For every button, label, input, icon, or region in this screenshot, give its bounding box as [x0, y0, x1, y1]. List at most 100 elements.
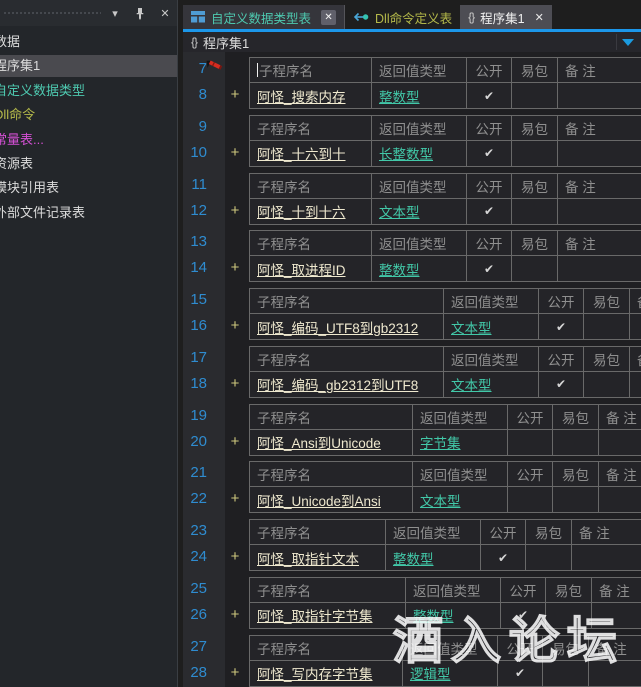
- subroutine-name-cell[interactable]: 阿怪_写内存字节集: [250, 661, 403, 686]
- line-number[interactable]: 17: [185, 346, 207, 370]
- pin-icon[interactable]: [133, 6, 147, 20]
- sidebar-item[interactable]: 模块引用表: [0, 177, 177, 199]
- return-type-cell[interactable]: 整数型: [372, 256, 467, 281]
- close-icon[interactable]: ✕: [535, 11, 544, 24]
- close-icon[interactable]: ✕: [158, 6, 172, 20]
- easy-pack-checkbox-cell[interactable]: [546, 603, 592, 628]
- panel-drag-grip[interactable]: [3, 11, 101, 16]
- public-checkbox-cell[interactable]: ✔: [467, 199, 512, 224]
- line-number[interactable]: 8: [185, 82, 207, 108]
- public-checkbox-cell[interactable]: ✔: [498, 661, 543, 686]
- easy-pack-checkbox-cell[interactable]: [526, 545, 572, 570]
- easy-pack-checkbox-cell[interactable]: [553, 487, 599, 512]
- close-icon[interactable]: ✕: [321, 10, 336, 25]
- remark-cell[interactable]: [558, 256, 641, 281]
- sidebar-item[interactable]: 常量表...: [0, 129, 177, 151]
- sidebar-item[interactable]: 外部文件记录表: [0, 202, 177, 224]
- line-number[interactable]: 24: [185, 544, 207, 570]
- return-type-cell[interactable]: 整数型: [372, 83, 467, 108]
- expand-plus-icon[interactable]: +: [227, 544, 243, 570]
- chevron-down-icon[interactable]: [622, 39, 634, 46]
- subroutine-name-cell[interactable]: 阿怪_取进程ID: [250, 256, 372, 281]
- public-checkbox-cell[interactable]: ✔: [481, 545, 526, 570]
- easy-pack-checkbox-cell[interactable]: [512, 256, 558, 281]
- line-number[interactable]: 18: [185, 371, 207, 397]
- public-checkbox-cell[interactable]: ✔: [467, 83, 512, 108]
- subroutine-name-cell[interactable]: 阿怪_Unicode到Ansi: [250, 487, 413, 512]
- easy-pack-checkbox-cell[interactable]: [512, 199, 558, 224]
- line-number[interactable]: 27: [185, 635, 207, 659]
- expand-plus-icon[interactable]: +: [227, 602, 243, 628]
- line-number[interactable]: 28: [185, 660, 207, 686]
- remark-cell[interactable]: [558, 83, 641, 108]
- sidebar-item[interactable]: Dll命令: [0, 104, 177, 126]
- return-type-cell[interactable]: 文本型: [372, 199, 467, 224]
- line-number[interactable]: 12: [185, 198, 207, 224]
- easy-pack-checkbox-cell[interactable]: [543, 661, 589, 686]
- easy-pack-checkbox-cell[interactable]: [584, 372, 630, 397]
- subroutine-name-cell[interactable]: 阿怪_取指针文本: [250, 545, 386, 570]
- return-type-cell[interactable]: 文本型: [444, 314, 539, 339]
- expand-plus-icon[interactable]: +: [227, 486, 243, 512]
- line-number[interactable]: 23: [185, 519, 207, 543]
- public-checkbox-cell[interactable]: ✔: [539, 372, 584, 397]
- remark-cell[interactable]: [558, 141, 641, 166]
- public-checkbox-cell[interactable]: [508, 487, 553, 512]
- public-checkbox-cell[interactable]: ✔: [467, 141, 512, 166]
- easy-pack-checkbox-cell[interactable]: [512, 83, 558, 108]
- line-number[interactable]: 15: [185, 288, 207, 312]
- line-number[interactable]: 11: [185, 173, 207, 197]
- tab-1[interactable]: 自定义数据类型表✕: [183, 5, 345, 29]
- sidebar-item[interactable]: 数据: [0, 31, 177, 53]
- subroutine-name-cell[interactable]: 阿怪_Ansi到Unicode: [250, 430, 413, 455]
- chevron-down-icon[interactable]: ▾: [108, 6, 122, 20]
- return-type-cell[interactable]: 逻辑型: [403, 661, 498, 686]
- subroutine-name-cell[interactable]: 阿怪_十六到十: [250, 141, 372, 166]
- public-checkbox-cell[interactable]: ✔: [501, 603, 546, 628]
- remark-cell[interactable]: [630, 372, 641, 397]
- line-number[interactable]: 10: [185, 140, 207, 166]
- line-number[interactable]: 13: [185, 230, 207, 254]
- remark-cell[interactable]: [558, 199, 641, 224]
- remark-cell[interactable]: [572, 545, 641, 570]
- sidebar-item[interactable]: 程序集1: [0, 55, 177, 77]
- subroutine-name-cell[interactable]: 阿怪_十到十六: [250, 199, 372, 224]
- expand-plus-icon[interactable]: +: [227, 371, 243, 397]
- return-type-cell[interactable]: 整数型: [406, 603, 501, 628]
- line-number[interactable]: 25: [185, 577, 207, 601]
- sidebar-item[interactable]: 资源表: [0, 153, 177, 175]
- easy-pack-checkbox-cell[interactable]: [512, 141, 558, 166]
- remark-cell[interactable]: [592, 603, 641, 628]
- subroutine-name-cell[interactable]: 阿怪_编码_gb2312到UTF8: [250, 372, 444, 397]
- tab-2[interactable]: Dll命令定义表: [345, 5, 460, 29]
- line-number[interactable]: 19: [185, 404, 207, 428]
- expand-plus-icon[interactable]: +: [227, 660, 243, 686]
- subroutine-name-cell[interactable]: 阿怪_编码_UTF8到gb2312: [250, 314, 444, 339]
- line-number[interactable]: 20: [185, 429, 207, 455]
- return-type-cell[interactable]: 文本型: [413, 487, 508, 512]
- easy-pack-checkbox-cell[interactable]: [584, 314, 630, 339]
- line-number[interactable]: 21: [185, 461, 207, 485]
- public-checkbox-cell[interactable]: ✔: [539, 314, 584, 339]
- expand-plus-icon[interactable]: +: [227, 429, 243, 455]
- tab-3[interactable]: {}程序集1✕: [460, 5, 552, 29]
- public-checkbox-cell[interactable]: [508, 430, 553, 455]
- sidebar-item[interactable]: 自定义数据类型: [0, 80, 177, 102]
- remark-cell[interactable]: [630, 314, 641, 339]
- expand-plus-icon[interactable]: +: [227, 313, 243, 339]
- return-type-cell[interactable]: 文本型: [444, 372, 539, 397]
- remark-cell[interactable]: [599, 487, 641, 512]
- expand-plus-icon[interactable]: +: [227, 198, 243, 224]
- line-number[interactable]: 9: [185, 115, 207, 139]
- subroutine-name-cell[interactable]: 阿怪_搜索内存: [250, 83, 372, 108]
- expand-plus-icon[interactable]: +: [227, 82, 243, 108]
- line-number[interactable]: 14: [185, 255, 207, 281]
- remark-cell[interactable]: [589, 661, 641, 686]
- return-type-cell[interactable]: 整数型: [386, 545, 481, 570]
- expand-plus-icon[interactable]: +: [227, 255, 243, 281]
- remark-cell[interactable]: [599, 430, 641, 455]
- line-number[interactable]: 16: [185, 313, 207, 339]
- subroutine-name-cell[interactable]: 阿怪_取指针字节集: [250, 603, 406, 628]
- expand-plus-icon[interactable]: +: [227, 140, 243, 166]
- assembly-selector[interactable]: {} 程序集1: [183, 32, 641, 53]
